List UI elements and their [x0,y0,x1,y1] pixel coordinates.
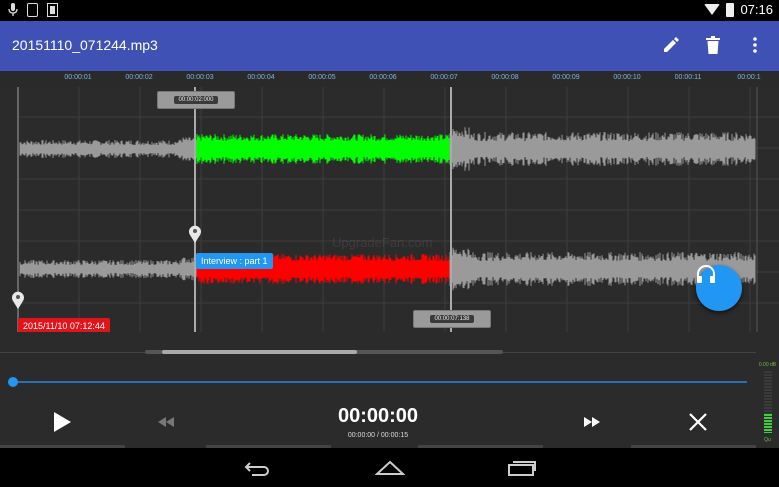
playback-position-slider[interactable] [8,376,748,388]
waveform-scrollbar[interactable] [0,349,756,355]
transport-controls: 00:00:00 00:00:00 / 00:00:15 [0,400,756,447]
status-bar: 07:16 [0,0,779,21]
close-button[interactable] [684,410,712,434]
watermark-text: UpgradeFan.com [332,235,433,250]
timeline-tick: 00:00:04 [247,74,275,81]
navigation-bar [0,448,779,487]
time-position-duration: 00:00:00 / 00:00:15 [347,432,409,439]
selection-end-time: 00:00:07:138 [430,315,474,323]
recents-button[interactable] [506,458,538,478]
current-time: 00:00:00 [337,405,419,427]
slider-knob[interactable] [8,377,18,387]
app-root: 07:16 20151110_071244.mp3 00:00:01 00:00… [0,0,779,487]
timeline-tick: 00:00:06 [369,74,397,81]
headphones-icon [697,265,715,283]
selection-end-handle[interactable]: 00:00:07:138 [413,310,491,328]
sim-icon [27,3,38,17]
delete-icon [706,36,720,54]
timeline-tick: 00:00:03 [186,74,214,81]
marker-label-interview[interactable]: Interview : part 1 [196,253,273,269]
timeline-tick: 00:00:01 [64,74,92,81]
waveform-canvas[interactable] [0,87,779,332]
fast-forward-icon [584,417,600,427]
marker-label-timestamp[interactable]: 2015/11/10 07:12:44 [18,318,110,332]
microphone-icon [8,3,18,16]
close-icon [689,413,707,431]
marker-pin-icon[interactable] [188,225,202,243]
home-button[interactable] [374,458,406,478]
fast-forward-button[interactable] [580,412,604,432]
status-time: 07:16 [740,2,773,17]
delete-button[interactable] [703,34,723,56]
selection-start-handle[interactable]: 00:00:02:000 [157,91,235,109]
level-meter-db: 0.00 dB [758,362,777,368]
timeline-tick: 00:00:10 [613,74,641,81]
timeline-tick: 00:00:05 [308,74,336,81]
recents-icon [508,461,536,476]
marker-pin-icon[interactable] [11,291,25,309]
timeline-ruler[interactable]: 00:00:01 00:00:02 00:00:03 00:00:04 00:0… [0,71,779,87]
scroll-thumb[interactable] [162,350,357,354]
timeline-tick: 00:00:02 [125,74,153,81]
home-icon [375,460,405,475]
timeline-tick: 00:00:09 [552,74,580,81]
battery-icon [726,2,735,17]
selection-start-time: 00:00:02:000 [174,96,218,104]
storage-icon [47,3,58,17]
timeline-tick: 00:00:11 [674,74,702,81]
more-options-button[interactable] [745,34,765,56]
listen-button[interactable] [696,265,742,311]
edit-button[interactable] [661,34,681,56]
timeline-tick: 00:00:08 [491,74,519,81]
waveform-view[interactable]: 00:00:02:000 00:00:07:138 Interview : pa… [0,87,779,332]
level-meter-fill [764,414,772,433]
timeline-tick: 00:00:07 [430,74,458,81]
timeline-tick: 00:00:1 [737,74,761,81]
app-bar: 20151110_071244.mp3 [0,21,779,71]
level-meter-label: Qu [764,437,771,443]
slider-track [12,381,747,383]
wifi-icon [704,4,721,15]
back-icon [244,462,269,476]
level-meter: 0.00 dB Qu [756,361,779,448]
file-title: 20151110_071244.mp3 [12,37,158,53]
back-button[interactable] [242,458,274,478]
edit-icon [664,37,679,52]
more-vert-icon [753,37,757,53]
